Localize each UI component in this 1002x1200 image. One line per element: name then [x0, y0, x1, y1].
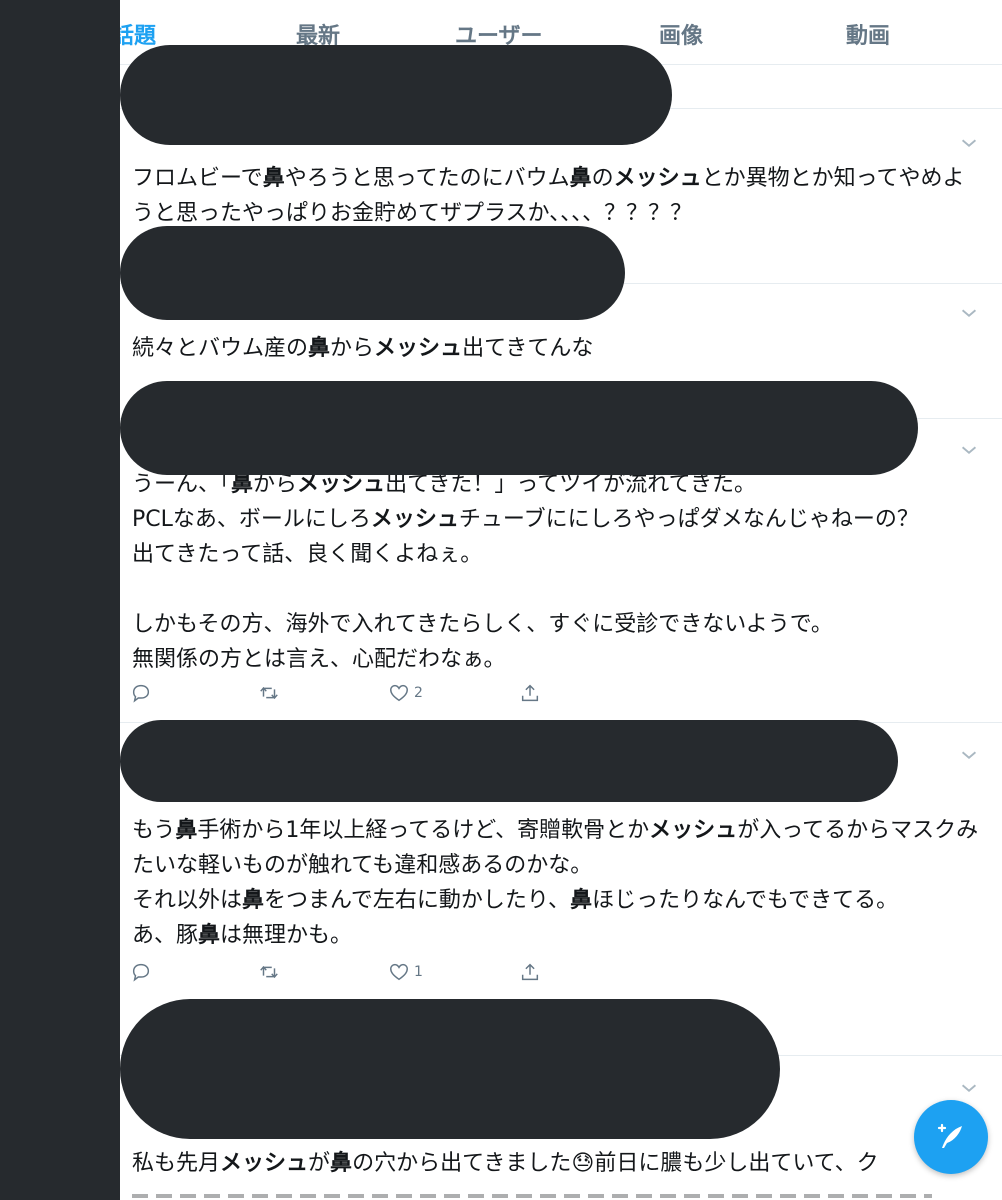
- highlighted-keyword: 鼻: [262, 166, 285, 191]
- highlighted-keyword: メッシュ: [374, 336, 463, 361]
- tweet-text: 続々とバウム産の鼻からメッシュ出てきてんな: [132, 331, 982, 366]
- highlighted-keyword: 鼻: [198, 923, 221, 948]
- tweet-text: フロムビーで鼻やろうと思ってたのにバウム鼻のメッシュとか異物とか知ってやめようと…: [132, 161, 982, 231]
- compose-tweet-button[interactable]: [914, 1100, 988, 1174]
- highlighted-keyword: 鼻: [308, 336, 331, 361]
- tweet-text-segment: フロムビーで: [132, 166, 263, 191]
- tweet-text-segment: もう: [132, 818, 176, 843]
- tab-videos[interactable]: 動画: [846, 18, 890, 50]
- highlighted-keyword: 鼻: [569, 166, 592, 191]
- tweet-text-segment: をつまんで左右に動かしたり、: [264, 888, 571, 913]
- chevron-down-icon[interactable]: [958, 1077, 980, 1099]
- reply-icon: [132, 684, 150, 703]
- tweet-text-segment: やろうと思ってたのにバウム: [284, 166, 570, 191]
- redaction-block: [120, 45, 672, 145]
- reply-button[interactable]: [130, 682, 152, 704]
- like-count: 2: [414, 685, 423, 701]
- compose-tweet-icon: [937, 1123, 962, 1148]
- tweet-text-segment: が: [308, 1151, 331, 1176]
- retweet-icon: [260, 965, 278, 979]
- like-count: 1: [414, 964, 423, 980]
- highlighted-keyword: 鼻: [242, 888, 265, 913]
- highlighted-keyword: メッシュ: [649, 818, 738, 843]
- heart-icon: [390, 963, 408, 981]
- highlighted-keyword: 鼻: [330, 1151, 353, 1176]
- tweet-text-segment: の穴から出てきました😓前日に膿も少し出ていて、ク: [352, 1151, 879, 1176]
- like-button[interactable]: 1: [388, 961, 423, 983]
- highlighted-keyword: メッシュ: [220, 1151, 309, 1176]
- highlighted-keyword: 鼻: [570, 888, 593, 913]
- tweet-text-segment: から: [253, 472, 298, 497]
- share-button[interactable]: [519, 682, 541, 704]
- redaction-bar: [0, 0, 120, 1200]
- highlighted-keyword: メッシュ: [370, 507, 459, 532]
- share-button[interactable]: [519, 961, 541, 983]
- tweet-text-segment: から: [330, 336, 375, 361]
- highlighted-keyword: 鼻: [231, 472, 254, 497]
- tweet-text-segment: うーん、「: [132, 472, 232, 497]
- tweet-text: もう鼻手術から1年以上経ってるけど、寄贈軟骨とかメッシュが入ってるからマスクみた…: [132, 813, 982, 953]
- reply-button[interactable]: [130, 961, 152, 983]
- tweet-text-segment: 出てきてんな: [462, 336, 594, 361]
- tweet-text-segment: は無理かも。: [220, 923, 353, 948]
- retweet-icon: [260, 686, 278, 700]
- tweet-text: うーん、「鼻からメッシュ出てきた！」ってツイが流れてきた。 PCLなあ、ボールに…: [132, 467, 982, 677]
- tweet-text-segment: 私も先月: [132, 1151, 221, 1176]
- retweet-button[interactable]: [258, 961, 280, 983]
- chevron-down-icon[interactable]: [958, 132, 980, 154]
- reply-icon: [132, 963, 150, 982]
- tweet-text: 私も先月メッシュが鼻の穴から出てきました😓前日に膿も少し出ていて、ク: [132, 1146, 982, 1184]
- chevron-down-icon[interactable]: [958, 744, 980, 766]
- share-icon: [521, 684, 539, 702]
- chevron-down-icon[interactable]: [958, 302, 980, 324]
- redaction-block: [120, 381, 918, 475]
- redaction-block: [120, 999, 780, 1139]
- chevron-down-icon[interactable]: [958, 439, 980, 461]
- highlighted-keyword: 鼻: [175, 818, 198, 843]
- like-button[interactable]: 2: [388, 682, 423, 704]
- tweet-text-segment: 手術から1年以上経ってるけど、寄贈軟骨とか: [197, 818, 650, 843]
- tweet-text-segment: 続々とバウム産の: [132, 336, 309, 361]
- tweet-text-segment: の: [591, 166, 614, 191]
- cut-off-text-line: [132, 1188, 982, 1200]
- tab-photos[interactable]: 画像: [659, 18, 703, 50]
- redaction-block: [120, 226, 625, 320]
- highlighted-keyword: メッシュ: [297, 472, 386, 497]
- heart-icon: [390, 684, 408, 702]
- redaction-block: [120, 720, 898, 802]
- retweet-button[interactable]: [258, 682, 280, 704]
- share-icon: [521, 963, 539, 981]
- highlighted-keyword: メッシュ: [613, 166, 702, 191]
